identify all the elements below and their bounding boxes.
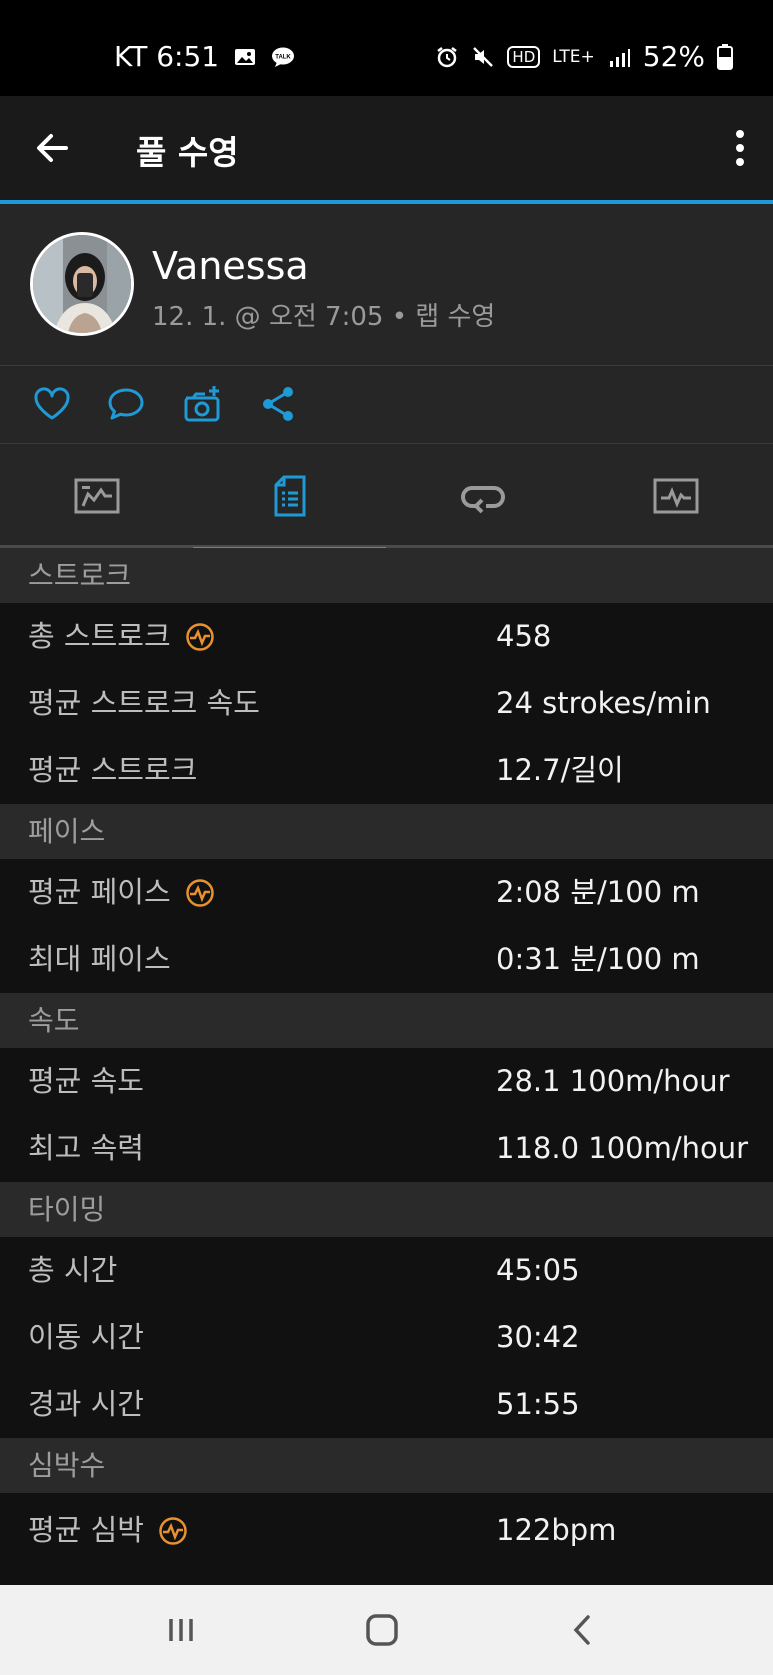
home-icon[interactable] <box>359 1607 405 1653</box>
stat-row: 평균 속도 28.1 100m/hour <box>0 1048 773 1115</box>
stat-value: 118.0 100m/hour <box>496 1131 749 1165</box>
status-left: KT 6:51 TALK <box>114 40 295 73</box>
stat-row: 평균 스트로크 12.7/길이 <box>0 737 773 804</box>
stats-content: 스트로크 총 스트로크 458 평균 스트로크 속도 24 strokes/mi… <box>0 548 773 1568</box>
stat-value: 12.7/길이 <box>496 753 624 787</box>
battery-icon <box>717 43 733 70</box>
network-type: LTE+ <box>552 46 595 67</box>
system-nav-bar <box>0 1585 773 1675</box>
tab-overview[interactable] <box>0 444 193 548</box>
stat-label: 경과 시간 <box>28 1387 144 1421</box>
stat-value: 24 strokes/min <box>496 686 711 720</box>
section-header-heart-rate: 심박수 <box>0 1438 773 1493</box>
back-arrow-icon[interactable] <box>30 126 74 170</box>
comment-icon[interactable] <box>106 384 146 424</box>
stat-label: 최대 페이스 <box>28 942 171 976</box>
tab-laps[interactable] <box>386 444 579 548</box>
stats-document-icon <box>274 475 305 517</box>
stat-value: 51:55 <box>496 1387 580 1421</box>
stat-row: 평균 페이스 2:08 분/100 m <box>0 859 773 926</box>
stat-row: 최대 페이스 0:31 분/100 m <box>0 926 773 993</box>
kakaotalk-icon: TALK <box>272 47 295 67</box>
action-bar <box>0 366 773 444</box>
mute-icon <box>473 46 494 67</box>
heart-rate-badge-icon <box>185 878 214 907</box>
overview-chart-icon <box>74 478 119 514</box>
share-icon[interactable] <box>258 384 298 424</box>
section-header-timing: 타이밍 <box>0 1182 773 1237</box>
battery-percent: 52% <box>642 40 705 73</box>
stat-value: 122bpm <box>496 1513 617 1547</box>
talk-badge-text: TALK <box>275 54 291 60</box>
status-bar: KT 6:51 TALK HD LTE+ 52% <box>0 0 773 96</box>
section-header-speed: 속도 <box>0 993 773 1048</box>
stat-label: 총 시간 <box>28 1253 118 1287</box>
stat-value: 2:08 분/100 m <box>496 875 700 909</box>
add-photo-icon[interactable] <box>182 384 222 424</box>
signal-icon <box>609 48 630 67</box>
section-header-pace: 페이스 <box>0 804 773 859</box>
tab-charts[interactable] <box>579 444 772 548</box>
laps-loop-icon <box>460 486 505 514</box>
page-title: 풀 수영 <box>136 133 239 172</box>
stat-row: 총 시간 45:05 <box>0 1237 773 1304</box>
stat-label: 평균 스트로크 속도 <box>28 686 260 720</box>
stat-row: 이동 시간 30:42 <box>0 1304 773 1371</box>
stat-row: 평균 스트로크 속도 24 strokes/min <box>0 670 773 737</box>
heart-rate-chart-icon <box>653 478 698 514</box>
stat-value: 0:31 분/100 m <box>496 942 700 976</box>
stat-label: 평균 심박 <box>28 1513 144 1547</box>
stat-row: 총 스트로크 458 <box>0 603 773 670</box>
avatar-photo <box>33 235 131 333</box>
stat-row: 평균 심박 122bpm <box>0 1493 773 1568</box>
like-heart-icon[interactable] <box>32 384 72 424</box>
stat-label: 평균 속도 <box>28 1064 144 1098</box>
stat-value: 28.1 100m/hour <box>496 1064 730 1098</box>
stat-label: 총 스트로크 <box>28 619 171 653</box>
more-options-icon[interactable] <box>733 128 747 168</box>
stat-row: 경과 시간 51:55 <box>0 1371 773 1438</box>
stat-label: 최고 속력 <box>28 1131 144 1165</box>
stat-row: 최고 속력 118.0 100m/hour <box>0 1115 773 1182</box>
gallery-icon <box>235 48 256 65</box>
tab-stats[interactable] <box>193 444 386 551</box>
hd-badge: HD <box>507 45 541 68</box>
heart-rate-badge-icon <box>159 1516 187 1545</box>
heart-rate-badge-icon <box>185 622 214 651</box>
back-icon[interactable] <box>560 1607 606 1653</box>
activity-header: Vanessa 12. 1. @ 오전 7:05 • 랩 수영 <box>0 204 773 366</box>
activity-datetime: 12. 1. @ 오전 7:05 • 랩 수영 <box>152 302 496 332</box>
stat-value: 458 <box>496 619 552 653</box>
carrier-time: KT 6:51 <box>114 40 220 73</box>
stat-label: 평균 페이스 <box>28 875 171 909</box>
alarm-icon <box>437 46 458 67</box>
app-bar: 풀 수영 <box>0 96 773 200</box>
stat-value: 30:42 <box>496 1320 580 1354</box>
stat-value: 45:05 <box>496 1253 580 1287</box>
activity-tabs <box>0 444 773 551</box>
status-right: HD LTE+ 52% <box>435 40 733 73</box>
section-header-stroke: 스트로크 <box>0 548 773 603</box>
stat-label: 평균 스트로크 <box>28 753 198 787</box>
stat-label: 이동 시간 <box>28 1320 144 1354</box>
recent-apps-icon[interactable] <box>158 1607 204 1653</box>
user-name[interactable]: Vanessa <box>152 244 309 288</box>
avatar[interactable] <box>30 232 134 336</box>
